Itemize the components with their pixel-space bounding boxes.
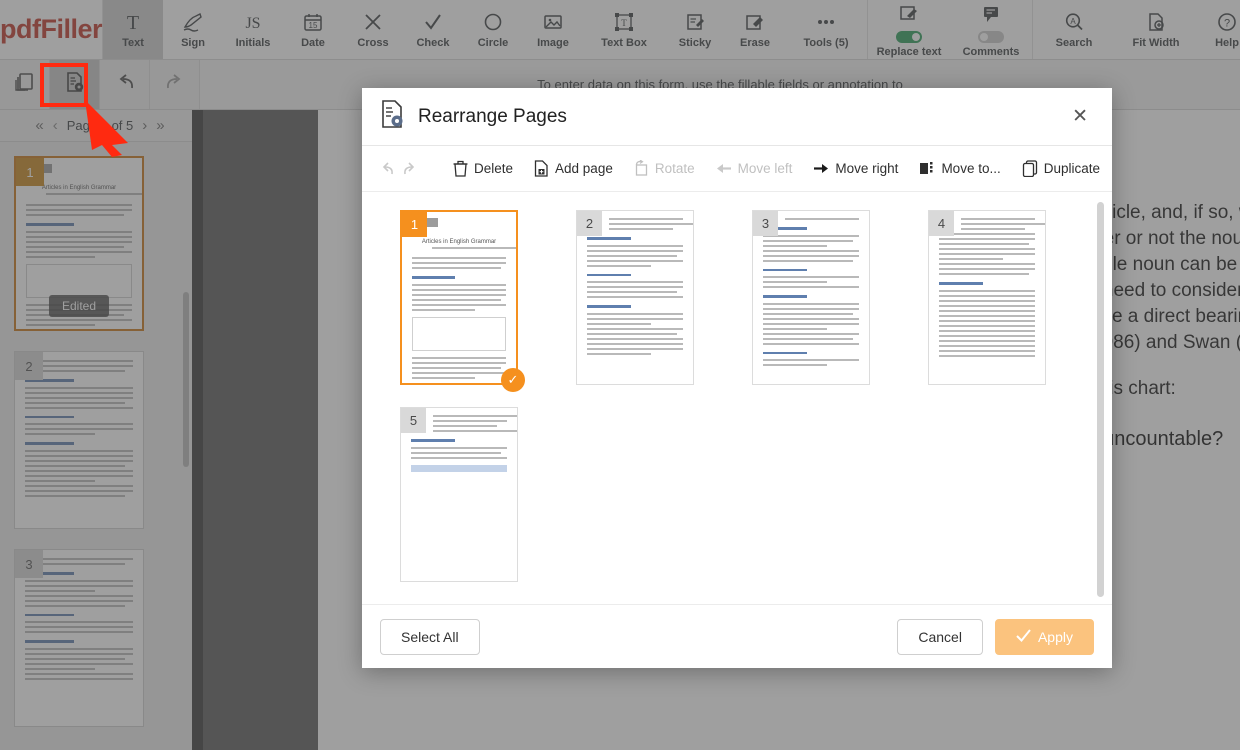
modal-page-thumb-1[interactable]: 1 Articles in English Grammar ✓ <box>400 210 525 392</box>
rotate-icon <box>635 160 647 176</box>
apply-button-label: Apply <box>1037 628 1073 645</box>
check-icon <box>1016 628 1031 645</box>
dialog-undo-button[interactable] <box>378 156 396 182</box>
modal-page-thumb-3-number: 3 <box>753 211 778 236</box>
dialog-footer: Select All Cancel Apply <box>362 604 1112 668</box>
modal-page-thumb-3-preview <box>753 211 869 384</box>
move-to-button[interactable]: Move to... <box>911 156 1008 181</box>
dialog-scrollbar[interactable] <box>1097 202 1104 597</box>
rotate-page-button[interactable]: Rotate <box>626 156 703 181</box>
modal-page-thumb-2-preview <box>577 211 693 384</box>
rearrange-pages-dialog: Rearrange Pages ✕ Delete Add page Rotate <box>362 88 1112 668</box>
dialog-redo-button[interactable] <box>401 156 419 182</box>
modal-page-thumb-4-preview <box>929 211 1045 384</box>
pdffiller-window: pdfFiller T Text Sign JS <box>0 0 1240 750</box>
add-page-icon <box>534 160 548 177</box>
arrow-left-icon <box>716 164 731 173</box>
page-thumbnail-grid-container[interactable]: 1 Articles in English Grammar ✓ 2 3 4 5 <box>362 192 1112 604</box>
duplicate-icon <box>1022 160 1037 177</box>
duplicate-page-label: Duplicate <box>1043 161 1100 176</box>
modal-page-thumb-2[interactable]: 2 <box>576 210 694 385</box>
dialog-toolbar: Delete Add page Rotate Move left Move ri… <box>362 146 1112 192</box>
trash-icon <box>453 160 468 177</box>
modal-page-thumb-2-number: 2 <box>577 211 602 236</box>
move-left-label: Move left <box>737 161 793 176</box>
rotate-page-label: Rotate <box>654 161 695 176</box>
move-left-button[interactable]: Move left <box>708 157 801 180</box>
modal-page-thumb-1-preview: Articles in English Grammar <box>402 212 516 383</box>
move-right-label: Move right <box>835 161 899 176</box>
apply-button[interactable]: Apply <box>994 618 1094 655</box>
pointer-arrow-icon <box>85 100 128 157</box>
dialog-title: Rearrange Pages <box>418 105 567 127</box>
modal-page-thumb-1-number: 1 <box>402 212 427 237</box>
duplicate-page-button[interactable]: Duplicate <box>1014 156 1108 181</box>
move-to-label: Move to... <box>941 161 1001 176</box>
highlight-box-rearrange-pages <box>40 63 88 107</box>
modal-page-thumb-1-selected-check: ✓ <box>501 368 525 392</box>
add-page-label: Add page <box>555 161 613 176</box>
cancel-button[interactable]: Cancel <box>897 618 983 655</box>
modal-page-thumb-4-number: 4 <box>929 211 954 236</box>
document-settings-icon <box>380 100 406 133</box>
select-all-button[interactable]: Select All <box>380 618 480 655</box>
delete-page-label: Delete <box>474 161 514 176</box>
dialog-footer-actions: Cancel Apply <box>897 618 1094 655</box>
modal-page-thumb-3[interactable]: 3 <box>752 210 870 385</box>
modal-page-thumb-5-preview <box>401 408 517 581</box>
dialog-header: Rearrange Pages ✕ <box>362 88 1112 146</box>
close-icon[interactable]: ✕ <box>1066 103 1094 130</box>
add-page-button[interactable]: Add page <box>526 156 621 181</box>
move-right-button[interactable]: Move right <box>805 157 906 180</box>
modal-page-thumb-4[interactable]: 4 <box>928 210 1046 385</box>
page-thumbnail-grid: 1 Articles in English Grammar ✓ 2 3 4 5 <box>400 210 1112 582</box>
modal-page-thumb-5-number: 5 <box>401 408 426 433</box>
move-to-icon <box>920 162 933 174</box>
arrow-right-icon <box>814 164 829 173</box>
delete-page-button[interactable]: Delete <box>445 156 521 181</box>
modal-page-thumb-5[interactable]: 5 <box>400 407 518 582</box>
